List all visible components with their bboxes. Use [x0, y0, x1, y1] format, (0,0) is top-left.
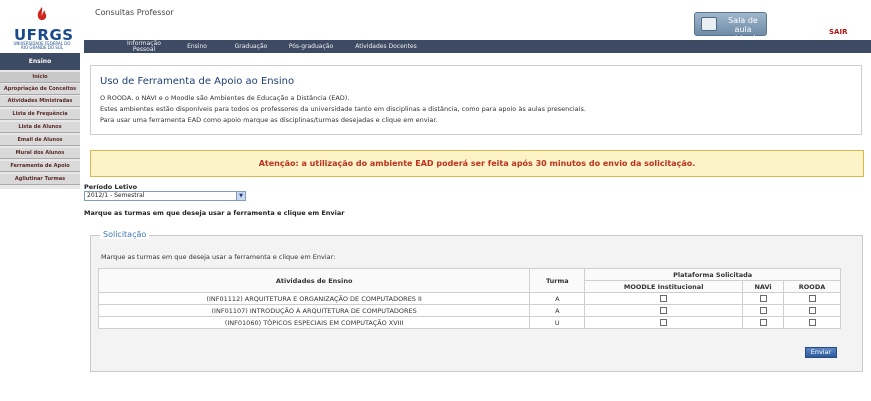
page-title: Uso de Ferramenta de Apoio ao Ensino — [100, 76, 295, 87]
sidebar-item-ferramenta[interactable]: Ferramenta de Apoio — [0, 161, 80, 172]
sala-virtual-label: Sala de aula virtual — [728, 16, 758, 43]
chevron-down-icon[interactable]: ▼ — [236, 192, 245, 200]
page: UFRGS UNIVERSIDADE FEDERAL DO RIO GRANDE… — [0, 0, 871, 401]
checkbox-navi[interactable] — [759, 307, 767, 314]
nav-graduacao[interactable]: Graduação — [231, 44, 271, 50]
checkbox-navi[interactable] — [759, 295, 767, 302]
checkbox-moodle[interactable] — [660, 307, 668, 314]
nav-ensino[interactable]: Ensino — [182, 44, 212, 50]
top-navigation: Informação Pessoal Ensino Graduação Pós-… — [84, 40, 871, 53]
intro-box: Uso de Ferramenta de Apoio ao Ensino O R… — [90, 65, 862, 135]
logout-link[interactable]: SAIR — [829, 28, 847, 36]
sala-virtual-button[interactable]: Sala de aula virtual — [694, 12, 767, 43]
intro-line-3: Para usar uma ferramenta EAD como apoio … — [100, 116, 438, 124]
sidebar-item-email-alunos[interactable]: Email de Alunos — [0, 135, 80, 146]
checkbox-rooda[interactable] — [808, 295, 816, 302]
cell-atividade: (INF01112) ARQUITETURA E ORGANIZAÇÃO DE … — [97, 292, 531, 305]
checkbox-rooda[interactable] — [808, 307, 816, 314]
ufrgs-logo[interactable]: UFRGS UNIVERSIDADE FEDERAL DO RIO GRANDE… — [10, 4, 73, 50]
cell-rooda — [783, 316, 841, 329]
flame-icon — [37, 7, 47, 20]
cell-rooda — [783, 304, 841, 317]
sidebar-item-atividades[interactable]: Atividades Ministradas — [0, 96, 80, 107]
enviar-button[interactable]: Enviar — [805, 347, 837, 358]
solicitacao-instruction: Marque as turmas em que deseja usar a fe… — [101, 253, 336, 261]
solicitacao-legend: Solicitação — [100, 230, 150, 239]
intro-line-2: Estes ambientes estão disponíveis para t… — [100, 105, 586, 113]
sidebar-title: Ensino — [0, 53, 80, 70]
nav-pos-graduacao[interactable]: Pós-graduação — [284, 44, 338, 50]
cell-navi — [742, 316, 785, 329]
header-plataforma: Plataforma Solicitada — [584, 268, 841, 281]
outer-instruction: Marque as turmas em que deseja usar a fe… — [84, 209, 345, 217]
logo-subtitle: UNIVERSIDADE FEDERAL DO RIO GRANDE DO SU… — [13, 41, 71, 50]
classroom-icon — [701, 17, 717, 31]
header-atividades: Atividades de Ensino — [97, 268, 531, 293]
sidebar: Ensino Início Apropriação de Conceitos A… — [0, 53, 80, 189]
periodo-selected-value: 2012/1 - Semestral — [87, 192, 145, 199]
sidebar-item-frequencia[interactable]: Lista de Frequência — [0, 109, 80, 120]
cell-turma: A — [529, 292, 586, 305]
cell-rooda — [783, 292, 841, 305]
solicitacao-table: Atividades de Ensino Turma Plataforma So… — [97, 268, 841, 329]
header: UFRGS UNIVERSIDADE FEDERAL DO RIO GRANDE… — [0, 0, 871, 50]
cell-atividade: (INF01107) INTRODUÇÃO À ARQUITETURA DE C… — [97, 304, 531, 317]
checkbox-navi[interactable] — [759, 319, 767, 326]
cell-atividade: (INF01060) TÓPICOS ESPECIAIS EM COMPUTAÇ… — [97, 316, 531, 329]
sidebar-item-lista-alunos[interactable]: Lista de Alunos — [0, 122, 80, 133]
header-moodle: MOODLE Institucional — [584, 280, 744, 293]
checkbox-rooda[interactable] — [808, 319, 816, 326]
nav-informacao-pessoal[interactable]: Informação Pessoal — [124, 41, 164, 53]
warning-banner: Atenção: a utilização do ambiente EAD po… — [90, 150, 864, 177]
checkbox-moodle[interactable] — [660, 319, 668, 326]
periodo-label: Período Letivo — [84, 183, 138, 191]
cell-navi — [742, 292, 785, 305]
cell-moodle — [584, 304, 744, 317]
app-title: Consultas Professor — [95, 8, 174, 17]
sidebar-item-apropriacao[interactable]: Apropriação de Conceitos — [0, 84, 80, 95]
table-row: (INF01112) ARQUITETURA E ORGANIZAÇÃO DE … — [97, 292, 841, 305]
cell-moodle — [584, 316, 744, 329]
cell-moodle — [584, 292, 744, 305]
sidebar-item-aglutinar[interactable]: Agliutinar Turmas — [0, 174, 80, 185]
table-header-row: Atividades de Ensino Turma Plataforma So… — [97, 268, 841, 293]
table-row: (INF01107) INTRODUÇÃO À ARQUITETURA DE C… — [97, 304, 841, 317]
cell-turma: U — [529, 316, 586, 329]
header-turma: Turma — [529, 268, 586, 293]
checkbox-moodle[interactable] — [660, 295, 668, 302]
nav-atividades-docentes[interactable]: Atividades Docentes — [350, 44, 422, 50]
header-rooda: ROODA — [783, 280, 841, 293]
sidebar-item-inicio[interactable]: Início — [0, 72, 80, 83]
sidebar-item-mural[interactable]: Mural dos Alunos — [0, 148, 80, 159]
header-navi: NAVi — [742, 280, 785, 293]
cell-turma: A — [529, 304, 586, 317]
cell-navi — [742, 304, 785, 317]
periodo-select[interactable]: 2012/1 - Semestral ▼ — [84, 191, 246, 201]
intro-line-1: O ROODA, o NAVI e o Moodle são Ambientes… — [100, 94, 350, 102]
table-row: (INF01060) TÓPICOS ESPECIAIS EM COMPUTAÇ… — [97, 316, 841, 329]
